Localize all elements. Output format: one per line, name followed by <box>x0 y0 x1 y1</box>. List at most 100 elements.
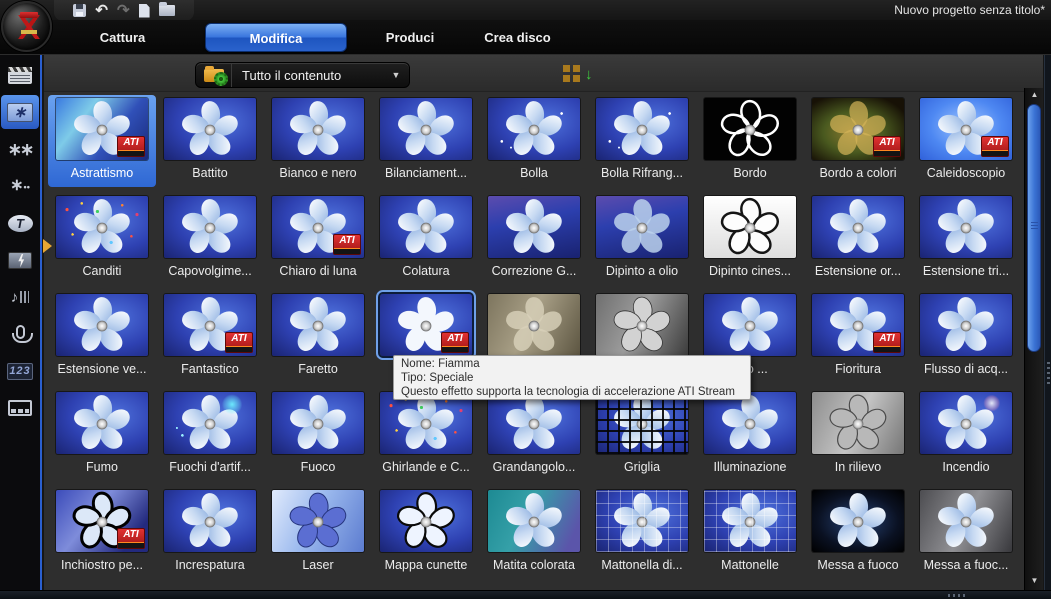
effect-item-33[interactable]: Griglia <box>588 389 696 485</box>
redo-icon[interactable]: ↷ <box>117 4 130 17</box>
effect-item-26[interactable]: ATIFioritura <box>804 291 912 387</box>
app-logo[interactable] <box>1 1 52 52</box>
effect-item-2[interactable]: Battito <box>156 95 264 191</box>
effect-item-35[interactable]: In rilievo <box>804 389 912 485</box>
ati-stream-badge: ATI <box>225 332 253 353</box>
music-note-icon: ♪ <box>11 290 30 305</box>
effect-item-8[interactable]: ATIBordo a colori <box>804 95 912 191</box>
pinwheel-preview <box>380 98 472 160</box>
effect-thumbnail <box>596 392 688 454</box>
effect-thumbnail <box>704 294 796 356</box>
scroll-down-arrow-icon[interactable]: ▼ <box>1025 574 1044 588</box>
sidebar-item-9[interactable]: 123 <box>0 354 40 388</box>
effect-thumbnail: ATI <box>164 294 256 356</box>
effect-item-40[interactable]: Mappa cunette <box>372 487 480 583</box>
effect-thumbnail <box>488 490 580 552</box>
sidebar-item-1[interactable] <box>0 58 40 92</box>
effect-item-5[interactable]: Bolla <box>480 95 588 191</box>
pinwheel-preview <box>380 490 472 552</box>
save-icon[interactable] <box>73 4 86 17</box>
effect-item-11[interactable]: Capovolgime... <box>156 193 264 289</box>
sidebar-item-8[interactable] <box>0 317 40 351</box>
effect-item-15[interactable]: Dipinto a olio <box>588 193 696 289</box>
effect-label: Mattonelle <box>721 558 779 572</box>
effect-label: Mattonella di... <box>601 558 682 572</box>
effect-item-19[interactable]: Estensione ve... <box>48 291 156 387</box>
effect-thumbnail <box>488 392 580 454</box>
new-project-icon[interactable] <box>139 4 150 18</box>
scroll-up-arrow-icon[interactable]: ▲ <box>1025 88 1044 102</box>
effect-item-30[interactable]: Fuoco <box>264 389 372 485</box>
effect-thumbnail: ATI <box>272 196 364 258</box>
tab-produci[interactable]: Produci <box>365 20 455 55</box>
effect-item-31[interactable]: Ghirlande e C... <box>372 389 480 485</box>
effect-thumbnail <box>56 294 148 356</box>
ati-stream-badge: ATI <box>873 332 901 353</box>
effect-thumbnail: ATI <box>56 98 148 160</box>
effect-thumbnail <box>596 490 688 552</box>
effect-thumbnail <box>812 392 904 454</box>
effect-label: Illuminazione <box>714 460 787 474</box>
effect-item-32[interactable]: Grandangolo... <box>480 389 588 485</box>
effect-item-29[interactable]: Fuochi d'artif... <box>156 389 264 485</box>
tab-crea-disco[interactable]: Crea disco <box>470 20 565 55</box>
effect-item-7[interactable]: Bordo <box>696 95 804 191</box>
effect-item-41[interactable]: Matita colorata <box>480 487 588 583</box>
effect-item-38[interactable]: Increspatura <box>156 487 264 583</box>
sidebar-item-3[interactable]: ∗∗ <box>0 132 40 166</box>
scrollbar-thumb[interactable] <box>1027 104 1041 352</box>
effect-thumbnail <box>704 196 796 258</box>
effect-item-17[interactable]: Estensione or... <box>804 193 912 289</box>
effect-item-42[interactable]: Mattonella di... <box>588 487 696 583</box>
effect-label: Estensione tri... <box>923 264 1009 278</box>
effect-item-1[interactable]: ATIAstrattismo <box>48 95 156 187</box>
title-bubble-icon: T <box>8 215 33 232</box>
effect-item-45[interactable]: Messa a fuoc... <box>912 487 1020 583</box>
effect-thumbnail <box>704 98 796 160</box>
sidebar-item-4[interactable]: ∗•• <box>0 169 40 203</box>
pinwheel-preview <box>596 196 688 258</box>
effect-item-44[interactable]: Messa a fuoco <box>804 487 912 583</box>
open-project-icon[interactable] <box>159 5 175 16</box>
effect-item-36[interactable]: Incendio <box>912 389 1020 485</box>
effect-item-21[interactable]: Faretto <box>264 291 372 387</box>
effect-item-6[interactable]: Bolla Rifrang... <box>588 95 696 191</box>
tab-modifica[interactable]: Modifica <box>205 23 347 52</box>
effect-label: Battito <box>192 166 227 180</box>
effect-label: Flusso di acq... <box>924 362 1008 376</box>
effect-thumbnail <box>56 196 148 258</box>
effect-thumbnail <box>596 196 688 258</box>
effect-thumbnail <box>164 98 256 160</box>
effect-item-20[interactable]: ATIFantastico <box>156 291 264 387</box>
sidebar-item-10[interactable] <box>0 391 40 425</box>
effect-item-18[interactable]: Estensione tri... <box>912 193 1020 289</box>
sidebar-item-5[interactable]: T <box>0 206 40 240</box>
pinwheel-preview <box>164 98 256 160</box>
effect-item-34[interactable]: Illuminazione <box>696 389 804 485</box>
sidebar-item-6[interactable] <box>0 243 40 277</box>
content-filter-dropdown[interactable]: Tutto il contenuto ▼ <box>195 62 410 88</box>
effect-item-10[interactable]: Canditi <box>48 193 156 289</box>
effect-item-9[interactable]: ATICaleidoscopio <box>912 95 1020 191</box>
effect-item-4[interactable]: Bilanciament... <box>372 95 480 191</box>
effect-item-12[interactable]: ATIChiaro di luna <box>264 193 372 289</box>
effect-item-27[interactable]: Flusso di acq... <box>912 291 1020 387</box>
tab-cattura[interactable]: Cattura <box>75 20 170 55</box>
effect-item-39[interactable]: Laser <box>264 487 372 583</box>
effect-item-37[interactable]: ATIInchiostro pe... <box>48 487 156 583</box>
effect-item-16[interactable]: Dipinto cines... <box>696 193 804 289</box>
effect-item-3[interactable]: Bianco e nero <box>264 95 372 191</box>
sidebar-item-2[interactable]: ∗ <box>1 95 39 129</box>
effect-item-28[interactable]: Fumo <box>48 389 156 485</box>
pinwheel-preview <box>920 196 1012 258</box>
undo-icon[interactable]: ↶ <box>95 4 108 17</box>
pinwheel-preview <box>920 490 1012 552</box>
vertical-scrollbar[interactable]: ▲ ▼ <box>1024 88 1043 590</box>
effect-label: Estensione or... <box>815 264 901 278</box>
effect-item-43[interactable]: Mattonelle <box>696 487 804 583</box>
effect-item-14[interactable]: Correzione G... <box>480 193 588 289</box>
folder-gear-icon[interactable] <box>196 63 232 87</box>
view-sort-button[interactable]: ↓ <box>563 63 597 85</box>
effect-item-13[interactable]: Colatura <box>372 193 480 289</box>
sidebar-item-7[interactable]: ♪ <box>0 280 40 314</box>
